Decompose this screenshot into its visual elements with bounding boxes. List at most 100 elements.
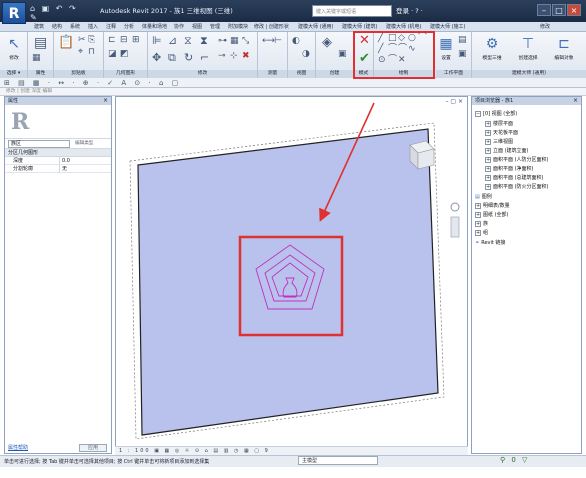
tree-item[interactable]: + 明细表/数量	[475, 202, 510, 209]
minimize-button[interactable]: –	[537, 4, 551, 16]
panel-bim: ⚙ 模型三维 ⊤ 创建选择 ⊏ 编辑对象 建模大师 (通用)	[472, 32, 586, 78]
join-icon[interactable]: ⊓	[88, 48, 95, 57]
offset-icon[interactable]: ⊿	[168, 35, 177, 46]
array-icon[interactable]: ▦	[230, 37, 239, 46]
tab-bim-construction[interactable]: 建模大师 (施工)	[430, 23, 466, 30]
tree-item[interactable]: + 面积平面 (人防分区面积)	[485, 156, 549, 163]
close-icon[interactable]: ×	[573, 97, 578, 105]
hide-icon[interactable]: ◐	[292, 37, 300, 46]
type-dropdown[interactable]: 族区	[8, 140, 70, 148]
maximize-button[interactable]: □	[552, 4, 566, 16]
cut-geometry-icon[interactable]: ⊟	[120, 36, 128, 45]
paint-icon[interactable]: ◩	[120, 50, 129, 59]
canvas-drawing	[129, 102, 460, 440]
tree-item[interactable]: + 族	[475, 220, 488, 227]
mirror-draw-icon[interactable]: ⧗	[200, 35, 208, 46]
status-filter-icons[interactable]: ⚲ 0 ▽	[500, 456, 529, 464]
set-workplane-button[interactable]: ▦ 设置	[438, 34, 454, 68]
join-geometry-icon[interactable]: ⊞	[132, 36, 140, 45]
view-control-bar: 1 : 100 ▣ ▦ ◎ ☼ ⊙ ⌂ ▤ ▥ ◷ ▦ ▢ 9	[115, 446, 468, 455]
pin-icon[interactable]: ⊸	[218, 52, 226, 61]
tree-item[interactable]: + 组	[475, 229, 488, 236]
show-workplane-icon[interactable]: ▤	[458, 36, 467, 45]
view-scale[interactable]: 1 : 100	[119, 448, 151, 454]
tab-modify[interactable]: 修改	[540, 23, 550, 30]
tab-massing-site[interactable]: 体量和场地	[142, 23, 167, 30]
filter-icon: ⊤	[521, 36, 535, 52]
tab-modify-create-form[interactable]: 修改 | 创建形状	[254, 23, 289, 30]
divide-profile-value[interactable]: 无	[59, 165, 105, 173]
tree-item[interactable]: − [0] 视图 (全部)	[475, 110, 517, 117]
quick-toolbar[interactable]: ⊞ ▤ ▦ · ↔ · ⊕ · ✓ A ⊙ · ⌂ ▢	[0, 78, 586, 88]
tree-item[interactable]: + 立面 (建筑立面)	[485, 147, 529, 154]
close-button[interactable]: ×	[567, 4, 581, 16]
search-input[interactable]: 键入关键字或短语	[312, 5, 392, 17]
create-form-icon[interactable]: ◈	[322, 36, 332, 49]
align-icon[interactable]: ⊫	[152, 35, 162, 46]
tab-manage[interactable]: 管理	[210, 23, 220, 30]
split-icon[interactable]: ⊶	[218, 37, 227, 46]
scale-icon[interactable]: ⤡	[242, 37, 249, 46]
type-selector-preview[interactable]: R	[5, 105, 111, 139]
subcategory-icon[interactable]: ▣	[338, 50, 347, 59]
paste-icon[interactable]: 📋	[58, 36, 74, 49]
viewer-icon[interactable]: ▣	[458, 50, 467, 59]
tree-item[interactable]: + 面积平面 (净面积)	[485, 165, 534, 172]
tree-item[interactable]: + 楼层平面	[485, 120, 513, 127]
quick-access-toolbar[interactable]: ⌂ ▣ ↶ ↷ ✎	[30, 4, 90, 22]
tree-item[interactable]: + 天花板平面	[485, 129, 518, 136]
tree-item[interactable]: ⚭ Revit 链接	[475, 239, 505, 246]
tab-collaborate[interactable]: 协作	[174, 23, 184, 30]
properties-help-link[interactable]: 属性帮助	[8, 444, 28, 451]
bim-model-3d-button[interactable]: ⚙ 模型三维	[474, 34, 510, 68]
tab-systems[interactable]: 系统	[70, 23, 80, 30]
unpin-icon[interactable]: ⊹	[230, 52, 238, 61]
tab-bim-mep[interactable]: 建模大师 (机电)	[386, 23, 422, 30]
view-canvas[interactable]: – ▢ ×	[115, 96, 468, 454]
tree-item[interactable]: + 面积平面 (总建筑面积)	[485, 174, 544, 181]
tab-bim-general[interactable]: 建模大师 (通用)	[298, 23, 334, 30]
user-sign-in[interactable]: 登录 · ? ·	[396, 5, 423, 15]
tab-insert[interactable]: 插入	[88, 23, 98, 30]
tab-annotate[interactable]: 注释	[106, 23, 116, 30]
depth-input[interactable]: 0.0	[59, 157, 105, 165]
cope-icon[interactable]: ⊏	[108, 36, 116, 45]
rotate-icon[interactable]: ↻	[184, 52, 193, 63]
move-icon[interactable]: ✥	[152, 52, 161, 63]
edit-type-button[interactable]: 编辑类型	[75, 139, 93, 149]
copy-icon[interactable]: ⎘	[88, 36, 95, 45]
tree-item[interactable]: + 三维视图	[485, 138, 513, 145]
tree-item[interactable]: + 面积平面 (防火分区面积)	[485, 183, 549, 190]
trim-icon[interactable]: ⌐	[200, 52, 209, 63]
measure-icon[interactable]: ⟷	[262, 37, 275, 46]
split-face-icon[interactable]: ◪	[108, 50, 117, 59]
revit-family-icon: R	[11, 109, 30, 135]
match-props-icon[interactable]: ⌖	[78, 48, 83, 57]
view-control-icons[interactable]: ▣ ▦ ◎ ☼ ⊙ ⌂ ▤ ▥ ◷ ▦ ▢ 9	[154, 448, 270, 454]
copy-element-icon[interactable]: ⧉	[168, 52, 176, 63]
tab-structure[interactable]: 结构	[52, 23, 62, 30]
bim-create-select-button[interactable]: ⊤ 创建选择	[510, 34, 546, 68]
properties-icon[interactable]: ▤	[34, 36, 47, 50]
revit-logo-button[interactable]: R	[2, 2, 26, 24]
tree-item[interactable]: + 图纸 (全部)	[475, 211, 509, 218]
active-model-selector[interactable]: 主模型	[298, 456, 378, 465]
dimension-icon[interactable]: ⊢	[274, 37, 282, 46]
tab-bim-architecture[interactable]: 建模大师 (建筑)	[342, 23, 378, 30]
mirror-icon[interactable]: ⧖	[184, 35, 192, 46]
tab-view[interactable]: 视图	[192, 23, 202, 30]
close-icon[interactable]: ×	[103, 97, 108, 105]
delete-icon[interactable]: ✖	[242, 52, 250, 61]
tab-addins[interactable]: 附加模块	[228, 23, 248, 30]
panel-label-workplane: 工作平面	[436, 70, 471, 78]
type-properties-icon[interactable]: ▦	[32, 54, 41, 63]
tree-item[interactable]: ▤ 图例	[475, 193, 492, 200]
tab-analyze[interactable]: 分析	[124, 23, 134, 30]
cut-icon[interactable]: ✂	[78, 36, 86, 45]
tab-architecture[interactable]: 建筑	[34, 23, 44, 30]
property-section-header[interactable]: 分区几何图形	[5, 149, 111, 157]
view-icon[interactable]: ◑	[302, 50, 310, 59]
apply-button[interactable]: 应用	[79, 444, 107, 452]
modify-button[interactable]: ↖ 修改	[3, 34, 25, 68]
bim-edit-object-button[interactable]: ⊏ 编辑对象	[546, 34, 582, 68]
